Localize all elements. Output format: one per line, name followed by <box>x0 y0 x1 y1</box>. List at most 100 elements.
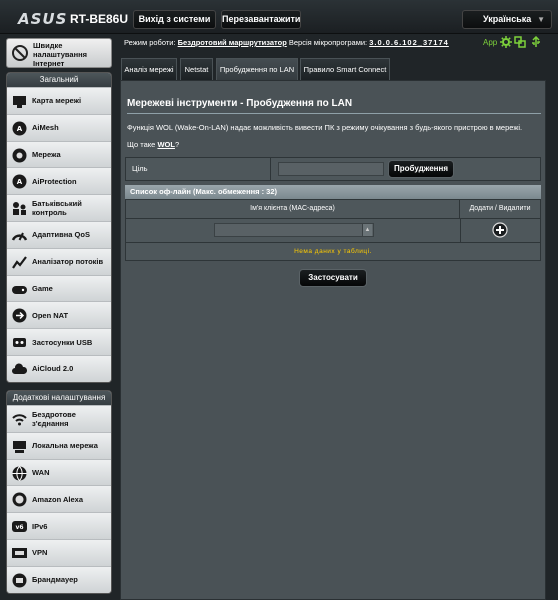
sidebar-item-usb[interactable]: Застосунки USB <box>7 328 111 355</box>
sidebar-item-label: VPN <box>32 548 48 558</box>
sidebar-item-label: AiCloud 2.0 <box>32 364 74 374</box>
reboot-button[interactable]: Перезавантажити <box>221 10 301 29</box>
target-label: Ціль <box>132 164 148 173</box>
title-divider <box>127 113 541 114</box>
client-dropdown-arrow-icon[interactable]: ▲ <box>362 224 372 236</box>
open-nat-icon <box>12 308 27 323</box>
col-add-remove: Додати / Видалити <box>469 205 531 212</box>
asus-logo[interactable]: ASUS <box>18 10 67 28</box>
general-section-title: Загальний <box>7 73 111 87</box>
apply-button[interactable]: Застосувати <box>299 269 367 287</box>
sidebar-item-label: Локальна мережа <box>32 441 98 451</box>
col-client-name: Ім'я клієнта (MAC-адреса) <box>126 200 460 218</box>
sidebar-item-wireless[interactable]: Бездротове з'єднання <box>7 405 111 432</box>
usb-status-icon[interactable] <box>530 36 542 48</box>
tab-network-analysis[interactable]: Аналіз мережі <box>121 58 177 80</box>
sidebar-item-label: Карта мережі <box>32 96 82 106</box>
aimesh-icon: A <box>12 121 27 136</box>
target-mac-input[interactable] <box>278 162 384 176</box>
sidebar-item-label: Адаптивна QoS <box>32 230 90 240</box>
general-section: Загальний Карта мережі A AiMesh Мережа A AiPr… <box>6 72 112 383</box>
advanced-section-title: Додаткові налаштування <box>7 391 111 405</box>
wol-description: Функція WOL (Wake-On-LAN) надає можливіс… <box>127 123 523 132</box>
offline-list-header: Ім'я клієнта (MAC-адреса) Додати / Видал… <box>125 199 541 219</box>
sidebar-item-lan[interactable]: Локальна мережа <box>7 431 111 459</box>
svg-text:A: A <box>17 178 23 186</box>
page-title: Мережеві інструменти - Пробудження по LA… <box>127 98 353 109</box>
usb-icon <box>13 338 26 348</box>
sidebar-item-network-map[interactable]: Карта мережі <box>7 87 111 114</box>
sidebar-item-label: WAN <box>32 467 50 477</box>
empty-table-message: Нема даних у таблиці. <box>125 243 541 261</box>
sidebar-item-alexa[interactable]: Amazon Alexa <box>7 485 111 513</box>
network-map-icon <box>13 96 26 108</box>
sidebar-item-label: Мережа <box>32 149 61 159</box>
sidebar-item-label: IPv6 <box>32 521 48 531</box>
sidebar-item-vpn[interactable]: VPN <box>7 538 111 566</box>
svg-text:A: A <box>17 125 23 133</box>
mode-prefix: Режим роботи: <box>124 38 176 47</box>
quick-internet-setup[interactable]: Швидке налаштування Інтернет <box>6 38 112 68</box>
sidebar-item-network[interactable]: Мережа <box>7 140 111 168</box>
sidebar-item-aicloud[interactable]: AiCloud 2.0 <box>7 354 111 382</box>
svg-text:v6: v6 <box>15 524 23 531</box>
alexa-icon <box>12 492 27 507</box>
sidebar-item-qos[interactable]: Адаптивна QoS <box>7 220 111 248</box>
sidebar-item-aiprotection[interactable]: A AiProtection <box>7 167 111 195</box>
sidebar-item-open-nat[interactable]: Open NAT <box>7 301 111 329</box>
network-status-icon[interactable] <box>514 36 526 48</box>
qos-icon <box>11 232 28 241</box>
tab-wake-on-lan[interactable]: Пробудження по LAN <box>216 58 298 80</box>
chevron-down-icon: ▼ <box>537 15 545 24</box>
wan-icon <box>12 465 27 481</box>
sidebar-item-wan[interactable]: WAN <box>7 458 111 486</box>
wol-help-link[interactable]: WOL <box>157 140 175 149</box>
traffic-analyzer-icon <box>12 256 27 269</box>
firewall-icon <box>12 573 27 588</box>
sidebar-item-label: Аналізатор потоків <box>32 257 104 267</box>
aicloud-icon <box>12 363 28 374</box>
gear-icon[interactable] <box>500 36 512 48</box>
language-select[interactable]: Українська ▼ <box>462 10 552 29</box>
main-panel: Мережеві інструменти - Пробудження по LA… <box>120 80 546 600</box>
divider <box>460 219 461 242</box>
operation-mode-link[interactable]: Бездротовий маршрутизатор <box>178 38 287 47</box>
wake-button[interactable]: Пробудження <box>388 160 454 178</box>
client-mac-input[interactable] <box>214 223 374 237</box>
app-label[interactable]: App <box>483 38 497 47</box>
router-admin-page: ASUS RT-BE86U Вихід з системи Перезавант… <box>0 0 558 600</box>
lan-icon <box>13 440 26 453</box>
offline-list-title: Список оф-лайн (Макс. обмеження : 32) <box>125 185 541 199</box>
sidebar-item-parental-control[interactable]: Батьківський контроль <box>7 194 111 221</box>
logout-button[interactable]: Вихід з системи <box>133 10 216 29</box>
status-line: Режим роботи: Бездротовий маршрутизатор … <box>124 38 449 47</box>
quick-internet-setup-label: Швидке налаштування Інтернет <box>33 41 88 68</box>
sidebar: Швидке налаштування Інтернет Загальний К… <box>0 34 118 600</box>
sidebar-item-label: Open NAT <box>32 310 69 320</box>
tab-smart-connect-rule[interactable]: Правило Smart Connect <box>300 58 390 80</box>
game-icon <box>12 285 27 294</box>
vpn-icon <box>12 547 27 558</box>
sidebar-item-aimesh[interactable]: A AiMesh <box>7 113 111 141</box>
target-row: Ціль Пробудження <box>125 157 541 181</box>
sidebar-item-label: AiProtection <box>32 176 77 186</box>
wizard-icon <box>12 45 28 61</box>
model-name: RT-BE86U <box>70 12 129 26</box>
add-client-icon[interactable] <box>492 222 508 238</box>
sidebar-item-ipv6[interactable]: v6 IPv6 <box>7 512 111 539</box>
sidebar-item-label: Батьківський контроль <box>32 199 82 218</box>
firmware-version-link[interactable]: 3.0.0.6.102_37174 <box>369 38 449 47</box>
sidebar-item-firewall[interactable]: Брандмауер <box>7 565 111 593</box>
divider <box>270 158 271 180</box>
network-icon <box>12 148 27 163</box>
sidebar-item-game[interactable]: Game <box>7 274 111 302</box>
parental-control-icon <box>13 202 26 216</box>
wireless-icon <box>12 414 27 426</box>
top-bar: ASUS RT-BE86U Вихід з системи Перезавант… <box>0 0 558 34</box>
tab-netstat[interactable]: Netstat <box>180 58 213 80</box>
wol-help-prefix: Що таке <box>127 140 156 149</box>
sidebar-item-traffic-analyzer[interactable]: Аналізатор потоків <box>7 247 111 275</box>
firmware-prefix: Версія мікропрограми: <box>288 38 368 47</box>
sidebar-item-label: Game <box>32 283 53 293</box>
wol-help: Що таке WOL? <box>127 140 179 149</box>
